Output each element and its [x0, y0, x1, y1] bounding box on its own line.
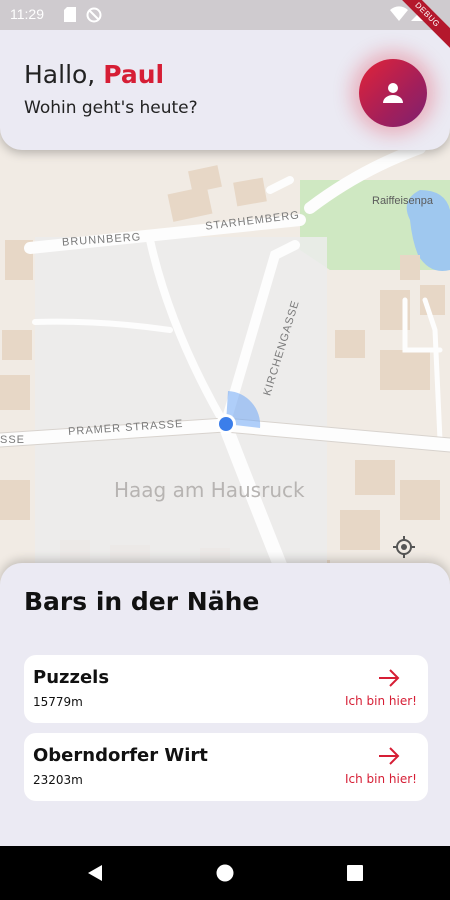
status-time: 11:29: [10, 6, 44, 22]
bar-name: Puzzels: [33, 667, 110, 688]
bar-name: Oberndorfer Wirt: [33, 745, 208, 766]
status-bar: 11:29 DEBUG: [0, 0, 450, 52]
system-nav-bar: [0, 846, 450, 900]
town-label: Haag am Hausruck: [114, 478, 305, 502]
checkin-link[interactable]: Ich bin hier!: [345, 772, 417, 786]
recents-icon[interactable]: [325, 846, 385, 900]
user-name: Paul: [103, 60, 165, 89]
my-location-icon[interactable]: [392, 535, 416, 559]
street-label-sse: SSE: [0, 434, 26, 446]
profile-button[interactable]: [359, 59, 427, 127]
bar-card-puzzels[interactable]: Puzzels 15779m Ich bin hier!: [24, 655, 428, 723]
wifi-icon: [390, 6, 408, 25]
sheet-title: Bars in der Nähe: [24, 587, 260, 616]
back-icon[interactable]: [65, 846, 125, 900]
checkin-link[interactable]: Ich bin hier!: [345, 694, 417, 708]
home-icon[interactable]: [195, 846, 255, 900]
greeting: Hallo, Paul: [24, 60, 164, 89]
person-icon: [383, 83, 403, 103]
no-disturb-icon: [86, 7, 102, 27]
sd-card-icon: [64, 7, 76, 26]
bars-sheet: Bars in der Nähe Puzzels 15779m Ich bin …: [0, 563, 450, 846]
bar-distance: 23203m: [33, 773, 83, 787]
bar-distance: 15779m: [33, 695, 83, 709]
greeting-prefix: Hallo,: [24, 60, 96, 89]
greeting-subtitle: Wohin geht's heute?: [24, 98, 198, 118]
app-screen: 11:29 DEBUG BRUNNBERG STARHEMBERG KIRCHE…: [0, 0, 450, 900]
arrow-right-icon[interactable]: [378, 668, 400, 692]
bar-card-oberndorfer-wirt[interactable]: Oberndorfer Wirt 23203m Ich bin hier!: [24, 733, 428, 801]
park-label: Raiffeisenpa: [372, 195, 433, 207]
arrow-right-icon[interactable]: [378, 746, 400, 770]
